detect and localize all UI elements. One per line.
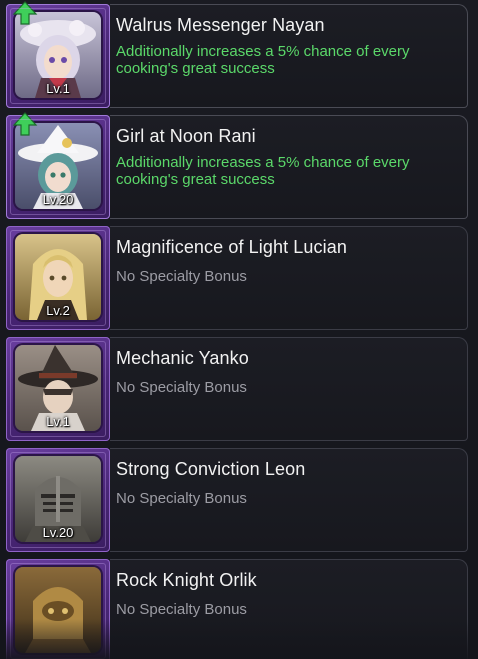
green-up-arrow-icon	[12, 1, 38, 25]
cook-card-rani[interactable]: Lv.20 Girl at Noon Rani Additionally inc…	[6, 112, 468, 219]
specialty-bonus-text: Additionally increases a 5% chance of ev…	[116, 154, 410, 188]
cook-card-lucian[interactable]: Lv.2 Magnificence of Light Lucian No Spe…	[6, 226, 468, 330]
cook-name: Girl at Noon Rani	[116, 126, 256, 146]
cook-info-panel: Walrus Messenger Nayan Additionally incr…	[110, 4, 468, 108]
specialty-bonus-text: No Specialty Bonus	[116, 490, 247, 507]
portrait-frame: Lv.1	[6, 1, 110, 108]
cook-name: Mechanic Yanko	[116, 348, 249, 368]
golden-armored-knight-portrait	[15, 567, 101, 653]
man-with-dark-witch-hat-portrait: Lv.1	[15, 345, 101, 431]
cook-card-yanko[interactable]: Lv.1 Mechanic Yanko No Specialty Bonus	[6, 337, 468, 441]
level-label: Lv.2	[46, 303, 70, 318]
level-label: Lv.20	[42, 192, 74, 207]
specialty-bonus-text: Additionally increases a 5% chance of ev…	[116, 43, 410, 77]
portrait-frame: Lv.1	[6, 337, 110, 441]
portrait-frame: Lv.20	[6, 112, 110, 219]
blonde-long-haired-man-portrait: Lv.2	[15, 234, 101, 320]
cook-info-panel: Strong Conviction Leon No Specialty Bonu…	[110, 448, 468, 552]
portrait-frame: Lv.2	[6, 226, 110, 330]
cook-name: Walrus Messenger Nayan	[116, 15, 325, 35]
cook-info-panel: Rock Knight Orlik No Specialty Bonus	[110, 559, 468, 659]
cook-card-orlik[interactable]: Rock Knight Orlik No Specialty Bonus	[6, 559, 468, 659]
cook-selection-list: Lv.1 Walrus Messenger Nayan Additionally…	[0, 0, 478, 659]
cook-card-leon[interactable]: Lv.20 Strong Conviction Leon No Specialt…	[6, 448, 468, 552]
portrait-frame	[6, 559, 110, 659]
specialty-bonus-text: No Specialty Bonus	[116, 601, 247, 618]
armored-knight-helmet-portrait: Lv.20	[15, 456, 101, 542]
level-label: Lv.1	[46, 414, 70, 429]
cook-card-nayan[interactable]: Lv.1 Walrus Messenger Nayan Additionally…	[6, 1, 468, 108]
specialty-bonus-text: No Specialty Bonus	[116, 379, 247, 396]
level-label: Lv.1	[46, 81, 70, 96]
green-up-arrow-icon	[12, 112, 38, 136]
level-label: Lv.20	[42, 525, 74, 540]
cook-name: Rock Knight Orlik	[116, 570, 257, 590]
specialty-bonus-text: No Specialty Bonus	[116, 268, 247, 285]
cook-info-panel: Girl at Noon Rani Additionally increases…	[110, 115, 468, 219]
cook-info-panel: Magnificence of Light Lucian No Specialt…	[110, 226, 468, 330]
cook-name: Strong Conviction Leon	[116, 459, 306, 479]
cook-name: Magnificence of Light Lucian	[116, 237, 347, 257]
cook-info-panel: Mechanic Yanko No Specialty Bonus	[110, 337, 468, 441]
portrait-frame: Lv.20	[6, 448, 110, 552]
